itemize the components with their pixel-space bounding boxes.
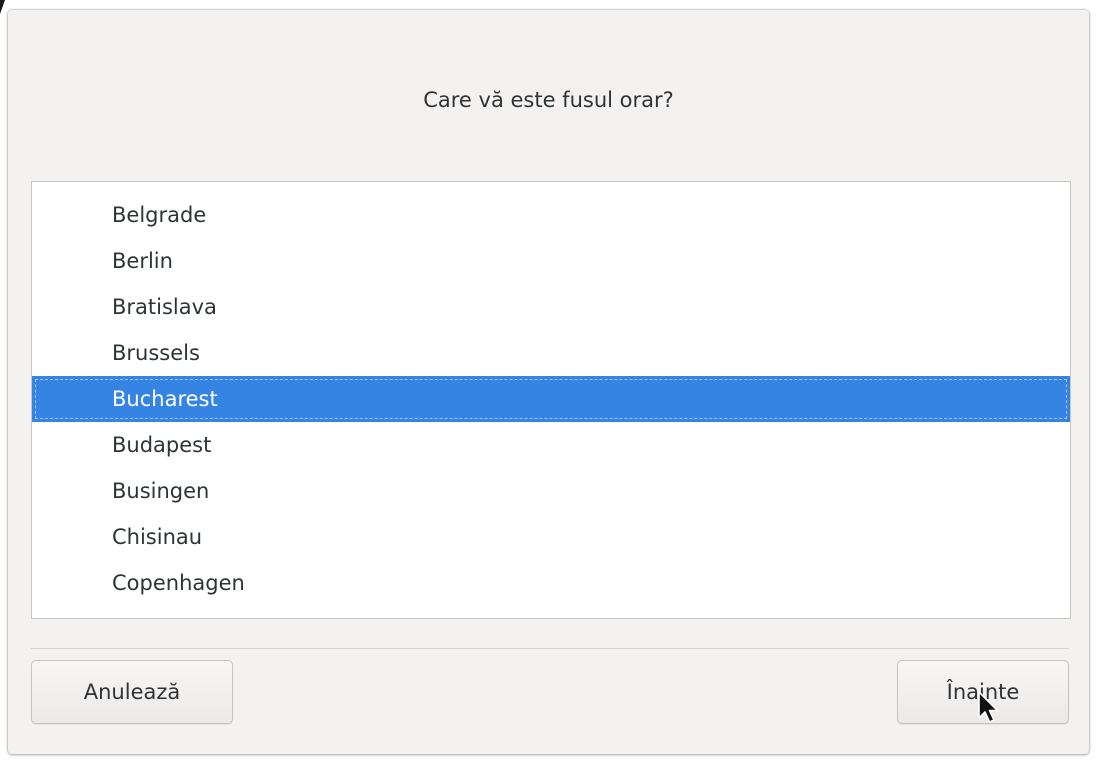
dialog-title: Care vă este fusul orar?: [423, 88, 674, 112]
timezone-item-brussels[interactable]: Brussels: [32, 330, 1070, 376]
timezone-dialog: Care vă este fusul orar? Belgrade Berlin…: [8, 10, 1089, 754]
timezone-item-copenhagen[interactable]: Copenhagen: [32, 560, 1070, 606]
button-separator: [31, 648, 1069, 649]
timezone-item-belgrade[interactable]: Belgrade: [32, 192, 1070, 238]
timezone-list[interactable]: Belgrade Berlin Bratislava Brussels Buch…: [31, 181, 1071, 619]
next-button[interactable]: Înainte: [897, 660, 1069, 724]
timezone-item-bratislava[interactable]: Bratislava: [32, 284, 1070, 330]
window-corner: [0, 0, 5, 14]
timezone-item-berlin[interactable]: Berlin: [32, 238, 1070, 284]
timezone-item-busingen[interactable]: Busingen: [32, 468, 1070, 514]
timezone-item-bucharest[interactable]: Bucharest: [32, 376, 1070, 422]
cancel-button[interactable]: Anulează: [31, 660, 233, 724]
timezone-item-budapest[interactable]: Budapest: [32, 422, 1070, 468]
timezone-item-chisinau[interactable]: Chisinau: [32, 514, 1070, 560]
